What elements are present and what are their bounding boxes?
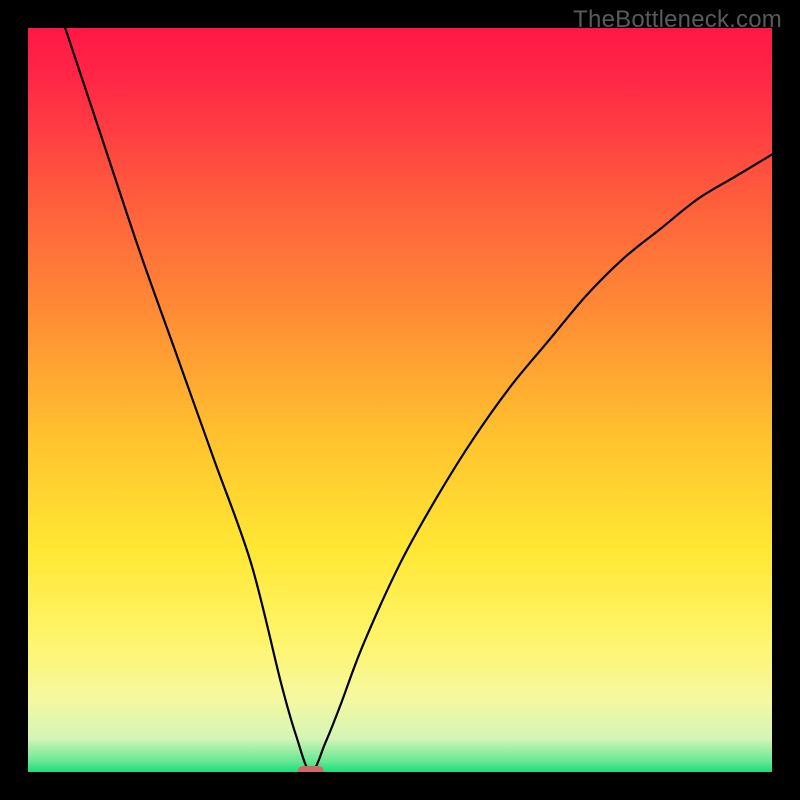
attribution-watermark: TheBottleneck.com (573, 6, 782, 34)
minimum-marker (298, 766, 324, 772)
chart-svg (28, 28, 772, 772)
gradient-background (28, 28, 772, 772)
plot-area (28, 28, 772, 772)
chart-frame: { "watermark": "TheBottleneck.com", "cha… (0, 0, 800, 800)
